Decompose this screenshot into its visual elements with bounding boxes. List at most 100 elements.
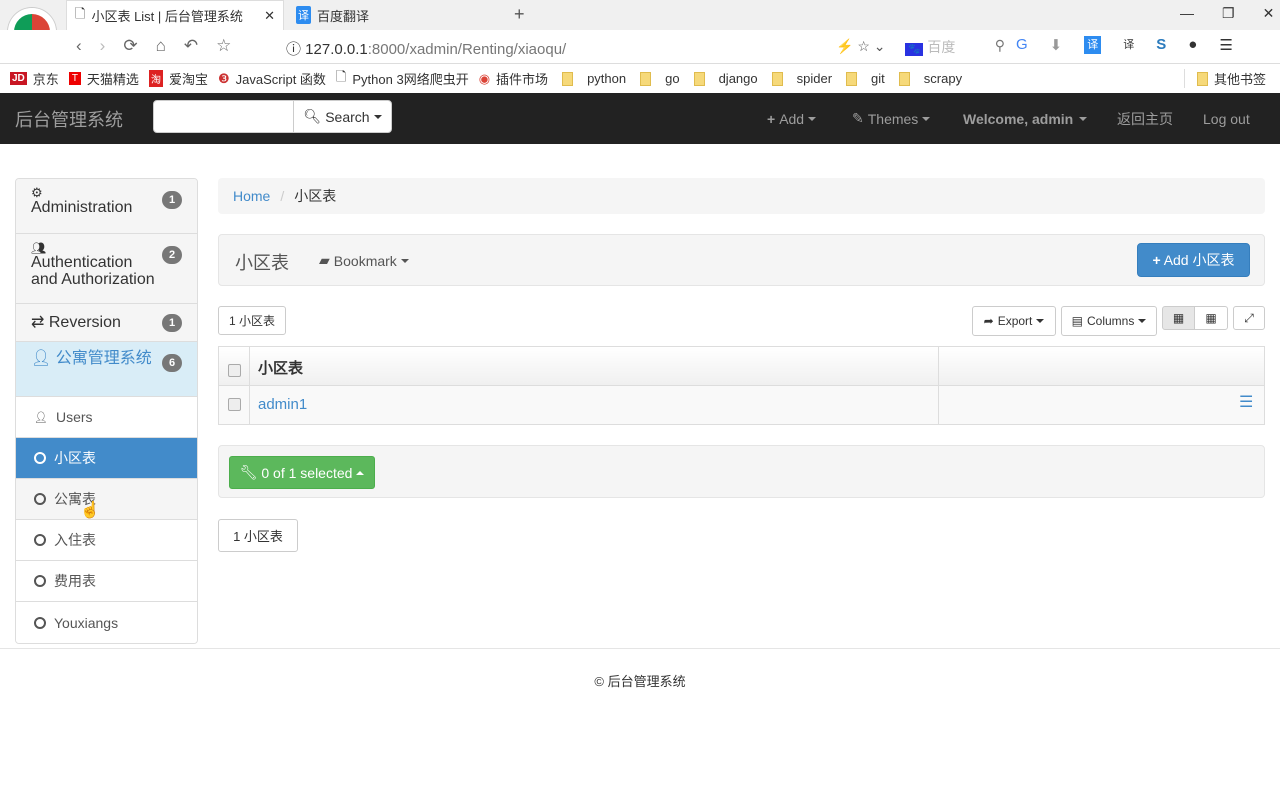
bookmark-label: django [718,71,758,86]
row-link[interactable]: admin1 [258,396,307,413]
selected-label: 0 of 1 selected [261,464,353,481]
bookmark-taobao[interactable]: 淘爱淘宝 [148,69,208,88]
search-label: Search [325,108,370,125]
welcome-label: Welcome, admin [963,110,1074,127]
translate-icon: 译 [296,6,311,24]
bookmark-jd[interactable]: JD 京东 [10,69,59,88]
new-tab-icon[interactable]: + [514,4,525,25]
brand[interactable]: 后台管理系统 [15,93,123,144]
search-box[interactable]: 🐾 百度 ⚲ [905,37,1005,57]
star-icon[interactable]: ☆ [216,36,231,56]
select-all-checkbox[interactable] [228,364,241,377]
sidebar: ⚙ Administration 1 👥︎ Authentication and Au… [15,178,198,644]
forward-icon[interactable]: › [100,36,106,56]
export-button[interactable]: ➦ Export [972,306,1056,336]
bookmark-tmall[interactable]: T 天猫精选 [68,69,139,88]
sidebar-item-xiaoqu[interactable]: 小区表 [16,438,197,479]
bolt-icon[interactable]: ⚡ ☆ ⌄ [836,38,886,55]
sidebar-item-youxiangs[interactable]: Youxiangs [16,602,197,643]
add-xiaoqu-button[interactable]: + Add 小区表 [1137,243,1250,277]
list-icon[interactable]: ☰ [1239,392,1253,412]
caret-icon [400,258,409,263]
add-menu[interactable]: + Add [767,93,817,144]
sidebar-item-users[interactable]: 👤︎ Users [16,397,197,438]
translate-ext-icon[interactable]: 译 [1084,36,1102,54]
user-menu[interactable]: Welcome, admin [963,93,1088,144]
chrome-icon: ◉ [478,70,491,86]
sidebar-item-ruzhu[interactable]: 入住表 [16,520,197,561]
count-button[interactable]: 1 小区表 [218,306,286,335]
sidebar-group-reversion[interactable]: ⇄ Reversion 1 [16,304,197,342]
count-badge: 1 [162,191,182,209]
tab-title: 百度翻译 [317,8,370,24]
caret-icon [373,114,382,119]
bookmark-python3[interactable]: 🗋 Python 3网络爬虫开 [336,68,469,90]
sidebar-group-auth[interactable]: 👥︎ Authentication and Authorization 2 [16,234,197,304]
bookmark-label: 京东 [32,72,59,87]
google-translate-icon[interactable]: G [1016,36,1028,54]
item-label: 费用表 [54,573,96,589]
page-icon: 🗋 [75,5,86,21]
bookmark-django[interactable]: django [693,71,758,86]
themes-menu[interactable]: ✎ Themes [852,93,931,144]
sidebar-group-administration[interactable]: ⚙ Administration 1 [16,179,197,234]
close-window-icon[interactable]: ✕ [1263,5,1275,22]
close-tab-icon[interactable]: ✕ [264,8,275,24]
columns-button[interactable]: ▤ Columns [1061,306,1157,336]
sidebar-item-feiyong[interactable]: 费用表 [16,561,197,602]
home-icon[interactable]: ⌂ [156,36,166,56]
minimize-icon[interactable]: — [1180,5,1194,22]
count-badge: 2 [162,246,182,264]
bookmark-spider[interactable]: spider [771,71,833,86]
url-host: 127.0.0.1 [305,41,368,58]
bookmark-python[interactable]: python [562,71,626,86]
download-icon[interactable]: ⬇ [1050,36,1063,54]
layout-small-button[interactable]: ▦ [1194,306,1228,330]
bookmark-git[interactable]: git [846,71,885,86]
footer: © 后台管理系统 [594,674,686,689]
bookmark-scrapy[interactable]: scrapy [898,71,963,86]
search-input[interactable] [153,100,294,133]
folder-icon [898,71,910,86]
restore-icon[interactable]: ❐ [1222,5,1235,22]
bookmark-other[interactable]: 其他书签 [1183,69,1266,88]
address-bar[interactable]: ⓘ 127.0.0.1:8000/xadmin/Renting/xiaoqu/ [286,38,566,59]
breadcrumb-home[interactable]: Home [233,188,270,204]
tab-active[interactable]: 🗋 小区表 List | 后台管理系统 ✕ [66,0,284,30]
extension-icon[interactable]: ● [1188,36,1197,54]
row-checkbox[interactable] [228,398,241,411]
expand-icon: ⤢ [1244,310,1254,325]
bookmark-menu[interactable]: ▰ Bookmark [319,252,409,269]
reload-icon[interactable]: ⟳ [123,36,137,56]
info-icon: ⓘ [286,41,306,58]
selected-actions-button[interactable]: 🔧︎ 0 of 1 selected [229,456,375,489]
home-link[interactable]: 返回主页 [1117,93,1173,144]
search-icon[interactable]: ⚲ [995,37,1005,54]
export-label: Export [997,314,1033,328]
undo-icon[interactable]: ↶ [184,36,198,56]
menu-icon[interactable]: ☰ [1219,36,1232,54]
table-row: admin1 ☰ [219,386,1264,424]
pagination-count[interactable]: 1 小区表 [218,519,298,552]
group-label: Administration [31,199,133,216]
search-button[interactable]: 🔍︎ Search [293,100,392,133]
sidebar-item-gongyu[interactable]: 公寓表 [16,479,197,520]
back-icon[interactable]: ‹ [76,36,82,56]
logout-link[interactable]: Log out [1203,93,1250,144]
folder-icon [846,71,858,86]
s-ext-icon[interactable]: S [1156,36,1166,54]
translate-ext2-icon[interactable]: 译 [1123,36,1134,54]
bookmark-go[interactable]: go [640,71,680,86]
browser-tabbar: 🗋 小区表 List | 后台管理系统 ✕ 译百度翻译 + — ❐ ✕ [0,0,1280,56]
tab-baidu-translate[interactable]: 译百度翻译 [288,0,506,30]
bookmark-js[interactable]: ❸ JavaScript 函数 [218,69,326,88]
add-label: Add [779,110,805,127]
bookmark-label: scrapy [923,71,963,86]
column-header[interactable]: 小区表 [258,357,303,378]
bookmark-plugins[interactable]: ◉ 插件市场 [479,69,548,88]
fullscreen-button[interactable]: ⤢ [1233,306,1265,330]
item-label: 小区表 [54,450,96,466]
bookmark-label: spider [796,71,833,86]
layout-large-button[interactable]: ▦ [1162,306,1195,330]
sidebar-group-apartment[interactable]: 👤︎ 公寓管理系统 6 [16,342,197,397]
